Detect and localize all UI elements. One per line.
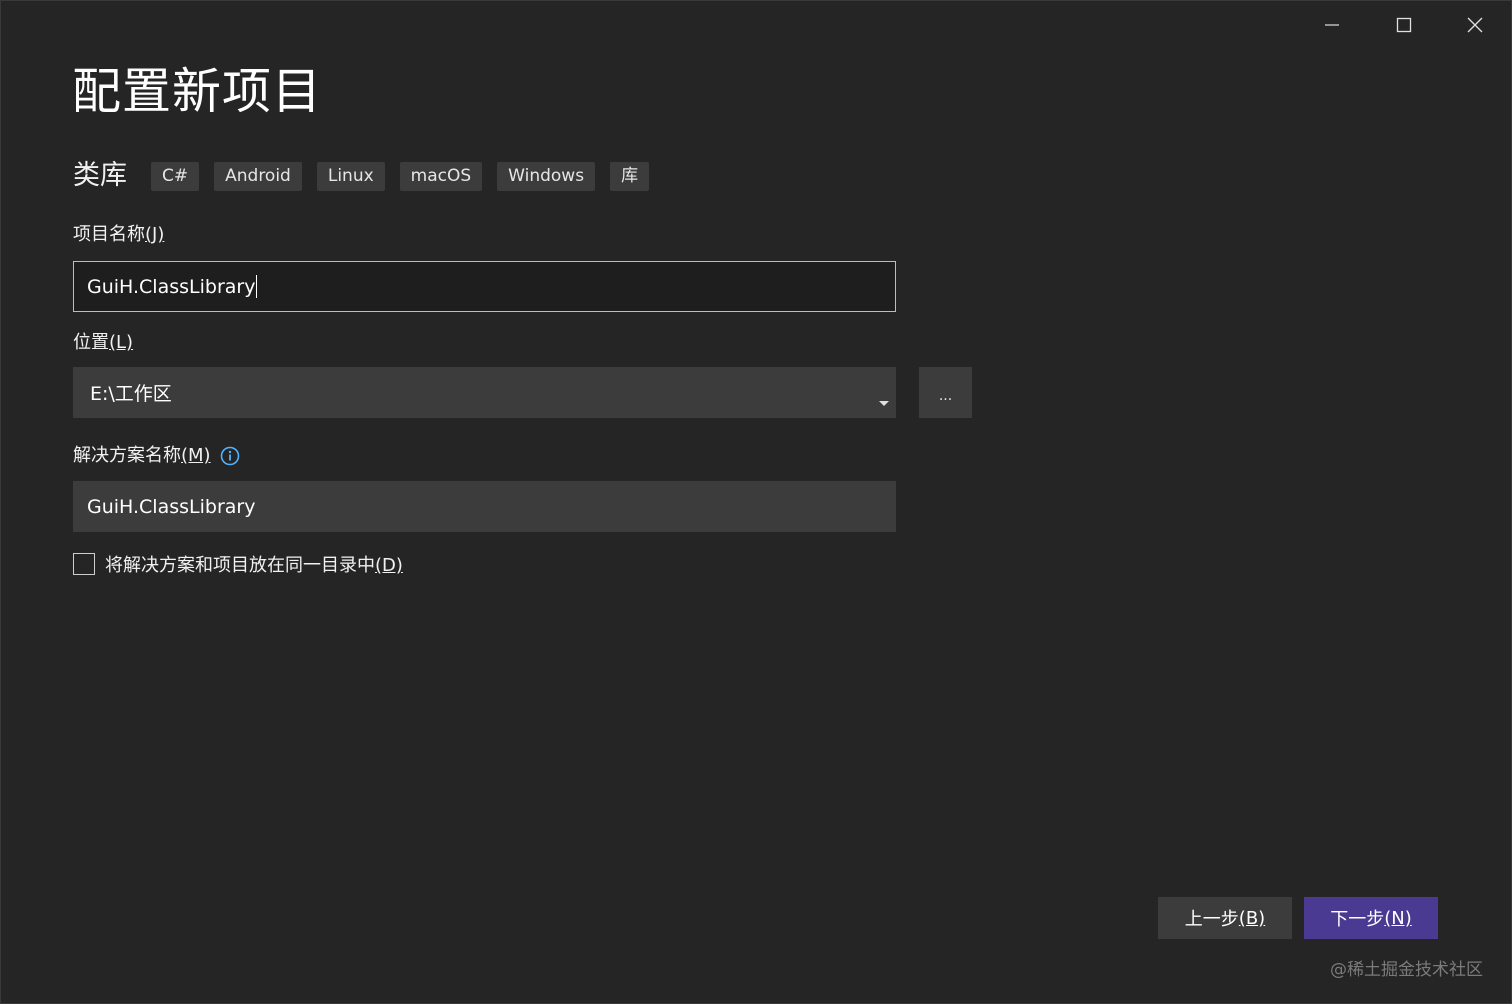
- tag-language: C#: [151, 161, 200, 191]
- solution-name-input[interactable]: GuiH.ClassLibrary: [73, 481, 896, 532]
- same-directory-option[interactable]: 将解决方案和项目放在同一目录中(D): [73, 550, 403, 578]
- text-caret: [256, 275, 258, 298]
- template-info: 类库 C# Android Linux macOS Windows 库: [73, 158, 664, 194]
- caret-down-icon[interactable]: [879, 390, 889, 412]
- tag-platform-linux: Linux: [316, 161, 385, 191]
- watermark: @稀土掘金技术社区: [1330, 960, 1483, 980]
- browse-button[interactable]: ...: [919, 367, 972, 418]
- tag-platform-macos: macOS: [399, 161, 483, 191]
- tag-platform-windows: Windows: [497, 161, 596, 191]
- solution-name-label: 解决方案名称 (M): [73, 444, 240, 468]
- tag-platform-android: Android: [214, 161, 302, 191]
- minimize-icon: [1324, 17, 1340, 33]
- close-icon: [1467, 17, 1483, 33]
- back-button[interactable]: 上一步 (B): [1158, 897, 1292, 939]
- info-icon[interactable]: [220, 446, 240, 466]
- location-access-key: (L): [109, 332, 134, 353]
- location-select[interactable]: E:\工作区: [73, 367, 896, 418]
- tag-project-type: 库: [610, 161, 650, 191]
- solution-name-value: GuiH.ClassLibrary: [87, 495, 256, 518]
- same-directory-access-key: (D): [375, 555, 403, 576]
- location-label: 位置(L): [73, 332, 134, 353]
- maximize-button[interactable]: [1382, 5, 1426, 45]
- project-name-input[interactable]: GuiH.ClassLibrary: [73, 261, 896, 312]
- page-title: 配置新项目: [72, 63, 323, 120]
- close-button[interactable]: [1453, 5, 1497, 45]
- next-button[interactable]: 下一步 (N): [1304, 897, 1438, 939]
- same-directory-checkbox[interactable]: [73, 553, 95, 575]
- location-value: E:\工作区: [90, 383, 172, 405]
- same-directory-label: 将解决方案和项目放在同一目录中(D): [105, 555, 403, 576]
- next-access-key: (N): [1384, 907, 1412, 929]
- project-name-label: 项目名称(J): [73, 224, 165, 245]
- project-name-access-key: (J): [145, 224, 165, 245]
- dialog-window: 配置新项目 类库 C# Android Linux macOS Windows …: [0, 0, 1512, 1004]
- back-access-key: (B): [1238, 907, 1266, 929]
- minimize-button[interactable]: [1310, 5, 1354, 45]
- maximize-icon: [1396, 17, 1412, 33]
- template-name: 类库: [73, 160, 127, 191]
- project-name-value: GuiH.ClassLibrary: [87, 275, 256, 298]
- solution-name-access-key: (M): [181, 445, 211, 466]
